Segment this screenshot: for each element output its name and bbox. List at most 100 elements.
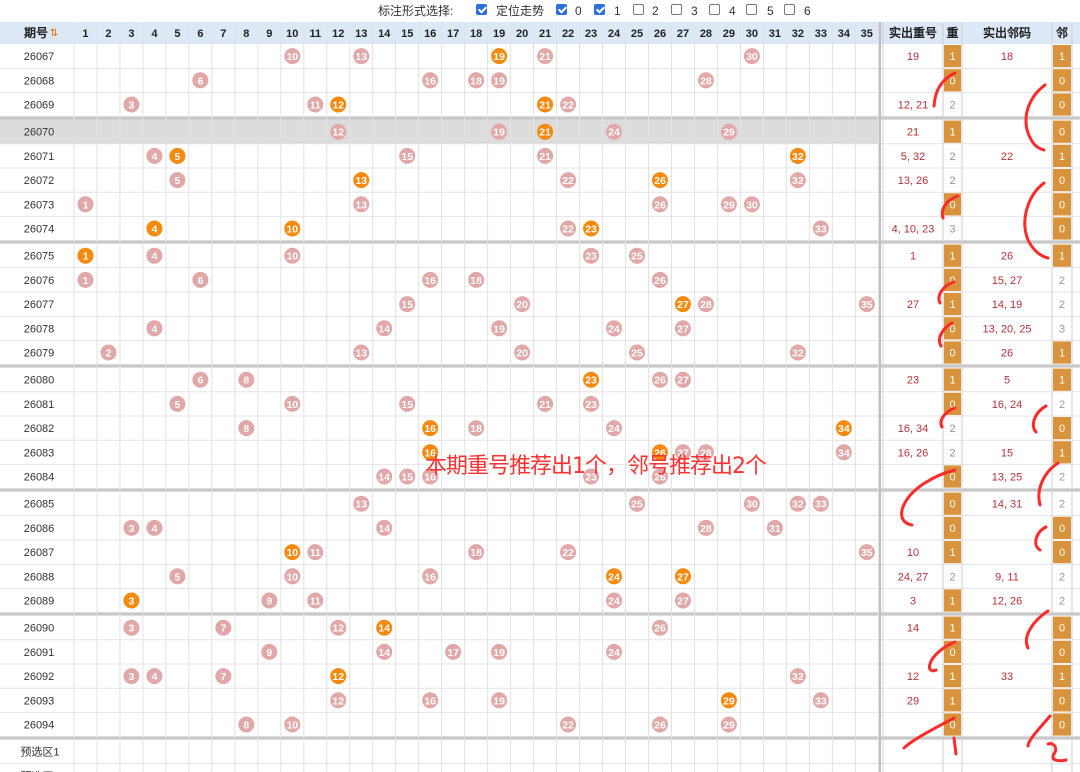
neighbor-value: 9, 11 [995,571,1019,583]
number-ball-label: 5 [174,151,180,163]
number-ball-label: 3 [129,671,135,683]
repeat-value: 14 [907,623,919,635]
neighbor-flag: 0 [1059,547,1065,559]
issue-number: 26068 [24,75,55,87]
number-ball-label: 19 [493,127,505,139]
header-number: 6 [197,28,203,40]
number-ball-label: 19 [493,695,505,707]
repeat-flag: 2 [949,151,955,163]
neighbor-value: 14, 31 [992,499,1023,511]
number-ball-label: 33 [815,499,827,511]
group-separator [0,736,1080,740]
number-ball-label: 13 [355,499,367,511]
number-ball-label: 4 [152,671,158,683]
recommendation-annotation: 本期重号推荐出1个，邻号推荐出2个 [425,454,767,479]
number-ball-label: 1 [83,199,89,211]
repeat-flag: 1 [949,547,955,559]
header-number: 31 [769,28,781,40]
number-ball-label: 22 [562,547,574,559]
number-ball-label: 10 [286,399,298,411]
number-ball-label: 19 [493,75,505,87]
repeat-flag: 2 [949,175,955,187]
number-ball-label: 26 [654,175,666,187]
number-ball-label: 12 [332,695,344,707]
neighbor-flag: 3 [1059,323,1065,335]
number-ball-label: 26 [654,375,666,387]
repeat-value: 19 [907,51,919,63]
repeat-value: 27 [907,299,919,311]
neighbor-value: 33 [1001,671,1013,683]
repeat-flag: 0 [949,472,955,484]
number-ball-label: 15 [401,299,413,311]
number-ball-label: 6 [197,75,203,87]
neighbor-flag: 0 [1059,199,1065,211]
number-ball-label: 31 [769,523,781,535]
repeat-flag: 1 [949,251,955,263]
number-ball-label: 14 [378,323,390,335]
header-number: 25 [631,28,643,40]
number-ball-label: 4 [152,251,158,263]
row-highlight [0,119,879,144]
header-number: 5 [174,28,180,40]
number-ball-label: 5 [174,399,180,411]
issue-number: 26091 [24,647,55,659]
neighbor-flag: 2 [1059,275,1065,287]
header-issue: 期号 [24,25,48,40]
neighbor-flag: 0 [1059,224,1065,236]
repeat-flag: 1 [949,127,955,139]
number-ball-label: 12 [332,127,344,139]
header-number: 19 [493,28,505,40]
repeat-flag: 0 [949,499,955,511]
group-separator [0,116,1080,120]
number-ball-label: 10 [286,547,298,559]
repeat-flag: 3 [949,224,955,236]
number-ball-label: 30 [746,51,758,63]
preselect-row-label: 预选区1 [20,746,59,759]
repeat-value: 16, 26 [898,447,929,459]
number-ball-label: 12 [332,623,344,635]
number-ball-label: 22 [562,224,574,236]
header-number: 35 [861,28,873,40]
number-ball-label: 20 [516,348,528,360]
number-ball-label: 3 [129,596,135,608]
repeat-flag: 1 [949,671,955,683]
number-ball-label: 18 [470,423,482,435]
number-ball-label: 18 [470,75,482,87]
number-ball-label: 23 [585,224,597,236]
number-ball-label: 4 [152,224,158,236]
header-number: 23 [585,28,597,40]
group-separator [0,364,1080,368]
number-ball-label: 27 [677,571,689,583]
number-ball-label: 15 [401,399,413,411]
number-ball-label: 29 [723,127,735,139]
number-ball-label: 8 [243,423,249,435]
number-ball-label: 35 [861,299,873,311]
issue-number: 26079 [24,348,55,360]
number-ball-label: 3 [129,100,135,112]
neighbor-flag: 0 [1059,623,1065,635]
number-ball-label: 8 [243,375,249,387]
number-ball-label: 11 [310,596,321,608]
number-ball-label: 33 [815,224,827,236]
number-ball-label: 25 [631,251,643,263]
number-ball-label: 19 [493,51,505,63]
number-ball-label: 24 [608,323,620,335]
number-ball-label: 2 [106,348,112,360]
number-ball-label: 5 [174,175,180,187]
neighbor-value: 15 [1001,447,1013,459]
issue-number: 26084 [24,472,55,484]
number-ball-label: 7 [220,671,226,683]
number-ball-label: 13 [355,175,367,187]
number-ball-label: 28 [700,299,712,311]
issue-number: 26075 [24,251,55,263]
neighbor-flag: 1 [1059,51,1065,63]
repeat-flag: 1 [949,51,955,63]
neighbor-flag: 0 [1059,100,1065,112]
header-number: 17 [447,28,459,40]
neighbor-flag: 0 [1059,523,1065,535]
issue-number: 26090 [24,623,55,635]
number-ball-label: 13 [355,199,367,211]
neighbor-flag: 2 [1059,596,1065,608]
header-number: 20 [516,28,528,40]
number-ball-label: 34 [838,447,850,459]
